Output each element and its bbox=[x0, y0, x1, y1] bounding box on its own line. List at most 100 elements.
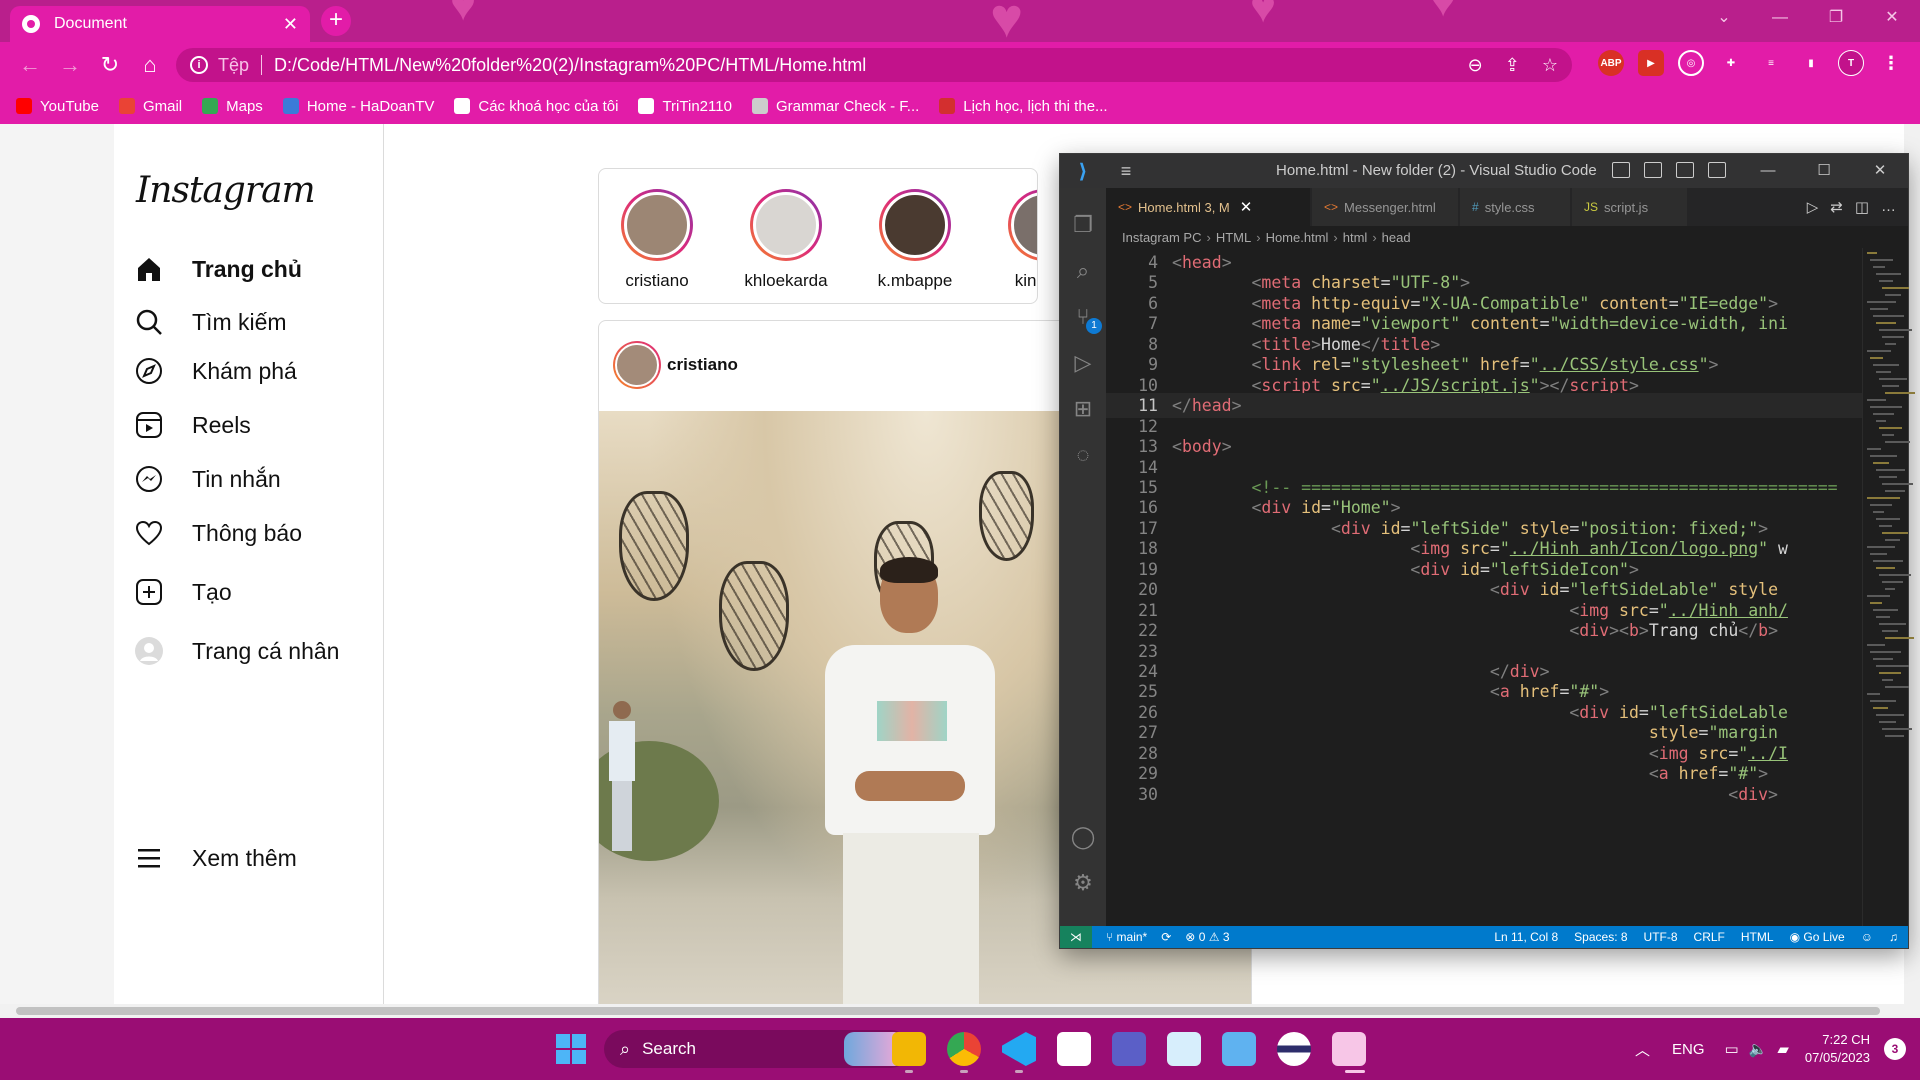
explorer-icon[interactable]: ❐ bbox=[1060, 202, 1106, 248]
vscode-maximize-button[interactable]: ☐ bbox=[1796, 154, 1852, 188]
home-button[interactable]: ⌂ bbox=[130, 52, 170, 78]
page-horizontal-scrollbar[interactable] bbox=[0, 1004, 1920, 1018]
settings-gear-icon[interactable]: ⚙ bbox=[1060, 860, 1106, 906]
vscode-close-button[interactable]: ✕ bbox=[1852, 154, 1908, 188]
line-ending[interactable]: CRLF bbox=[1694, 926, 1725, 948]
minimap[interactable] bbox=[1862, 248, 1915, 926]
teams-icon[interactable] bbox=[1112, 1032, 1146, 1066]
compass-extension-icon[interactable]: ◎ bbox=[1678, 50, 1704, 76]
chrome-icon[interactable] bbox=[947, 1032, 981, 1066]
nav-item-heart[interactable]: Thông báo bbox=[134, 513, 354, 553]
browser-tab[interactable]: Document ✕ bbox=[10, 6, 310, 42]
scrollbar-thumb[interactable] bbox=[16, 1007, 1880, 1015]
show-hidden-icons-chevron-icon[interactable]: ︿ bbox=[1635, 1039, 1650, 1060]
store-icon[interactable] bbox=[1057, 1032, 1091, 1066]
bookmark-item[interactable]: Grammar Check - F... bbox=[751, 98, 919, 115]
site-info-icon[interactable]: i bbox=[190, 56, 208, 74]
editor-tab[interactable]: JS script.js bbox=[1572, 188, 1688, 226]
story-item[interactable]: k.mbappe bbox=[865, 189, 965, 291]
customize-layout-icon[interactable] bbox=[1708, 162, 1726, 178]
search-icon[interactable]: ⌕ bbox=[1060, 248, 1106, 294]
nav-item-compass[interactable]: Khám phá bbox=[134, 351, 354, 391]
tab-search-icon[interactable]: ⌄ bbox=[1696, 0, 1752, 36]
close-tab-icon[interactable]: ✕ bbox=[1240, 198, 1253, 216]
toggle-sidebar-icon[interactable] bbox=[1612, 162, 1630, 178]
address-bar[interactable]: i Tệp D:/Code/HTML/New%20folder%20(2)/In… bbox=[176, 48, 1572, 82]
video-extension-icon[interactable]: ▶ bbox=[1638, 50, 1664, 76]
vscode-minimize-button[interactable]: — bbox=[1740, 154, 1796, 188]
go-live-button[interactable]: ◉ Go Live bbox=[1790, 926, 1845, 948]
toggle-panel-icon[interactable] bbox=[1644, 162, 1662, 178]
tab-close-icon[interactable]: ✕ bbox=[283, 14, 298, 35]
feedback-icon[interactable]: ☺ bbox=[1861, 926, 1873, 948]
bookmark-item[interactable]: Maps bbox=[202, 98, 263, 115]
network-icon[interactable]: ▭ bbox=[1725, 1040, 1739, 1058]
more-actions-icon[interactable]: … bbox=[1881, 198, 1896, 216]
bookmark-item[interactable]: Các khoá học của tôi bbox=[454, 98, 618, 115]
story-item[interactable]: cristiano bbox=[607, 189, 707, 291]
nav-item-home[interactable]: Trang chủ bbox=[134, 249, 354, 289]
language-mode[interactable]: HTML bbox=[1741, 926, 1774, 948]
volume-icon[interactable]: 🔈 bbox=[1749, 1040, 1768, 1058]
vscode-menu-icon[interactable]: ≡ bbox=[1106, 161, 1146, 182]
post-avatar[interactable] bbox=[613, 341, 661, 389]
run-debug-icon[interactable]: ▷ bbox=[1060, 340, 1106, 386]
back-button[interactable]: ← bbox=[10, 52, 50, 78]
clock[interactable]: 7:22 CH 07/05/2023 bbox=[1805, 1031, 1870, 1067]
cursor-position[interactable]: Ln 11, Col 8 bbox=[1494, 926, 1558, 948]
code-editor[interactable]: 4 <head> 5 <meta charset="UTF-8"> 6 <meta h… bbox=[1106, 248, 1862, 926]
compare-icon[interactable]: ⇄ bbox=[1830, 198, 1843, 216]
reading-list-icon[interactable]: ≡ bbox=[1758, 50, 1784, 76]
language-indicator[interactable]: ENG bbox=[1672, 1041, 1705, 1058]
editor-tab[interactable]: # style.css bbox=[1460, 188, 1571, 226]
sync-icon[interactable]: ⟳ bbox=[1161, 930, 1171, 944]
nav-item-search[interactable]: Tìm kiếm bbox=[134, 302, 354, 342]
control-panel-icon[interactable] bbox=[1222, 1032, 1256, 1066]
nav-item-reels[interactable]: Reels bbox=[134, 405, 354, 445]
bookmark-item[interactable]: TriTin2110 bbox=[638, 98, 732, 115]
new-tab-button[interactable]: + bbox=[321, 6, 351, 36]
code-line[interactable]: 30 <div> bbox=[1106, 782, 1862, 807]
minimize-button[interactable]: — bbox=[1752, 0, 1808, 36]
bookmark-item[interactable]: Lịch học, lịch thi the... bbox=[939, 98, 1108, 115]
snipping-tool-icon[interactable] bbox=[1332, 1032, 1366, 1066]
forward-button[interactable]: → bbox=[50, 52, 90, 78]
run-icon[interactable]: ▷ bbox=[1807, 198, 1819, 216]
story-item[interactable]: kingjam bbox=[994, 189, 1037, 291]
adblock-extension-icon[interactable]: ABP bbox=[1598, 50, 1624, 76]
vscode-taskbar-icon[interactable] bbox=[1002, 1032, 1036, 1066]
breadcrumb-item[interactable]: html bbox=[1343, 230, 1368, 245]
bookmark-item[interactable]: YouTube bbox=[16, 98, 99, 115]
encoding[interactable]: UTF-8 bbox=[1644, 926, 1678, 948]
breadcrumb-item[interactable]: Home.html bbox=[1266, 230, 1329, 245]
file-explorer-icon[interactable] bbox=[892, 1032, 926, 1066]
nav-item-create[interactable]: Tạo bbox=[134, 572, 354, 612]
share-icon[interactable]: ⇪ bbox=[1505, 55, 1520, 76]
close-window-button[interactable]: ✕ bbox=[1864, 0, 1920, 36]
reload-button[interactable]: ↻ bbox=[90, 52, 130, 78]
problems-indicator[interactable]: ⊗ 0 ⚠ 3 bbox=[1185, 930, 1229, 944]
battery-icon[interactable]: ▰ bbox=[1777, 1040, 1789, 1058]
remote-indicator-icon[interactable]: ⋊ bbox=[1060, 926, 1092, 948]
maximize-button[interactable]: ❐ bbox=[1808, 0, 1864, 36]
source-control-icon[interactable]: ⑂ 1 bbox=[1060, 294, 1106, 340]
profile-avatar[interactable]: T bbox=[1838, 50, 1864, 76]
split-editor-icon[interactable]: ◫ bbox=[1855, 198, 1869, 216]
post-username[interactable]: cristiano bbox=[667, 355, 738, 375]
breadcrumb-item[interactable]: Instagram PC bbox=[1122, 230, 1201, 245]
editor-tab[interactable]: <> Home.html 3, M ✕ bbox=[1106, 188, 1311, 226]
start-button[interactable] bbox=[556, 1034, 586, 1064]
notification-badge[interactable]: 3 bbox=[1884, 1038, 1906, 1060]
toggle-secondary-sidebar-icon[interactable] bbox=[1676, 162, 1694, 178]
indentation[interactable]: Spaces: 8 bbox=[1574, 926, 1627, 948]
app-icon[interactable] bbox=[1277, 1032, 1311, 1066]
accounts-icon[interactable]: ◯ bbox=[1060, 814, 1106, 860]
git-branch[interactable]: ⑂ main* bbox=[1106, 930, 1147, 944]
extensions-icon[interactable]: ⊞ bbox=[1060, 386, 1106, 432]
nav-item-profile[interactable]: Trang cá nhân bbox=[134, 631, 354, 671]
remote-explorer-icon[interactable]: ◌ bbox=[1060, 432, 1106, 478]
photos-icon[interactable] bbox=[1167, 1032, 1201, 1066]
notifications-bell-icon[interactable]: ♫ bbox=[1889, 926, 1898, 948]
side-panel-icon[interactable]: ▮ bbox=[1798, 50, 1824, 76]
taskbar-search[interactable]: ⌕ Search bbox=[604, 1030, 910, 1068]
